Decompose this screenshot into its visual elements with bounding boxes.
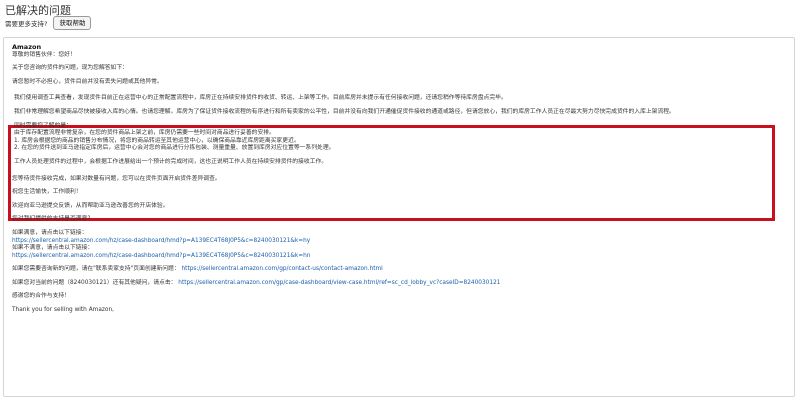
message-body: Amazon 尊敬的销售伙伴：您好！ 关于您咨询的货件的问题，现为您解答如下： … [12,43,782,315]
after-text: 您等待货件接收完成，如果对数量有问题，您可以在货件页面开启货件差异调查。 [12,175,221,182]
satisfaction-question: 您对我们提供的支持是否满意？ [12,216,94,223]
unsatisfied-link[interactable]: https://sellercentral.amazon.com/hz/case… [12,253,310,259]
new-issue-line: 如果您需要咨询新的问题，请在"联系卖家支持"页面创建新问题： https://s… [12,266,782,274]
highlight-note-line: 2. 在您的货件送到亚马逊指定库房后，运营中心会对您的商品进行分拣包装、测量重量… [14,145,335,152]
wishes-text: 祝您生活愉快，工作顺利！ [12,189,82,196]
unsatisfied-label: 如果不满意，请点击以下链接： [12,245,94,252]
reassure-text: 请您暂时不必担心，货件目前并没有丢失问题或其他异常。 [12,78,163,85]
highlight-paragraph-2: 我们非常理解您希望商品尽快被接收入库的心情。也请您理解，库房为了保证货件接收流程… [14,108,675,115]
satisfied-link[interactable]: https://sellercentral.amazon.com/hz/case… [12,238,310,244]
message-card: Amazon 尊敬的销售伙伴：您好！ 关于您咨询的货件的问题，现为您解答如下： … [3,37,795,397]
help-row: 需要更多支持? 获取帮助 [5,16,92,30]
followup-line: 如果您对当前的问题（8240030121）还有其他疑问，请点击： https:/… [12,280,782,288]
satisfied-label: 如果满意，请点击以下链接： [12,229,88,236]
help-question: 需要更多支持? [5,20,48,28]
get-help-button[interactable]: 获取帮助 [53,16,92,30]
closing-text: Thank you for selling with Amazon, [12,307,114,314]
sender-name: Amazon [12,43,42,51]
thanks-text: 感谢您的合作与支持！ [12,293,70,300]
highlighted-section: 我们使用调查工具查看，发现货件目前正在运营中心的正常配置流程中，库房正在持续安排… [14,95,782,166]
welcome-text: 欢迎向亚马逊提交反馈，从而帮助亚马逊改善您的开店体验。 [12,202,169,209]
highlight-note-line: 由于库存配置流程非常复杂，在您的货件商品上架之前，库房仍需要一些时间对商品进行妥… [14,130,275,137]
highlight-paragraph-4: 工作人员处理货件的过程中，会根据工作进展给出一个预计的完成时间，这也正说明工作人… [14,158,328,165]
contact-us-link[interactable]: https://sellercentral.amazon.com/gp/cont… [182,266,383,272]
greeting: 尊敬的销售伙伴：您好！ [12,51,76,58]
view-case-link[interactable]: https://sellercentral.amazon.com/gp/case… [178,280,500,286]
followup-text: 如果您对当前的问题（8240030121）还有其他疑问，请点击： [12,279,177,286]
new-issue-text: 如果您需要咨询新的问题，请在"联系卖家支持"页面创建新问题： [12,266,180,273]
intro-text: 关于您咨询的货件的问题，现为您解答如下： [12,65,128,72]
highlight-paragraph-1: 我们使用调查工具查看，发现货件目前正在运营中心的正常配置流程中，库房正在持续安排… [14,95,507,102]
